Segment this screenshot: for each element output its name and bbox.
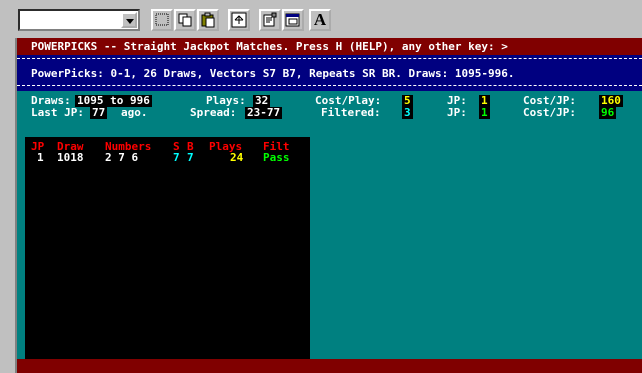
jp-label-2: JP:	[447, 106, 467, 119]
divider	[17, 85, 642, 86]
properties-icon	[263, 12, 277, 27]
paste-button[interactable]	[197, 9, 219, 31]
chevron-down-icon[interactable]	[121, 12, 137, 28]
background-button[interactable]	[282, 9, 304, 31]
title-bar: POWERPICKS -- Straight Jackpot Matches. …	[17, 38, 642, 55]
copy-icon	[178, 13, 192, 27]
fullscreen-icon	[231, 12, 247, 28]
ago-label: ago.	[121, 106, 148, 119]
last-jp-value: 77	[90, 106, 108, 119]
background-icon	[285, 13, 300, 27]
row-jp: 1	[37, 151, 44, 164]
spread-value: 23-77	[245, 106, 283, 119]
results-table[interactable]: JP Draw Numbers S B Plays Filt 1 1018 2 …	[25, 137, 310, 373]
font-icon: A	[313, 10, 327, 29]
filtered-value: 3	[402, 106, 413, 119]
row-numbers: 2 7 6	[105, 151, 139, 164]
last-jp-label: Last JP:	[31, 106, 84, 119]
row-plays: 24	[230, 151, 244, 164]
window-frame	[0, 38, 17, 373]
select-icon	[155, 13, 169, 26]
terminal-window[interactable]: POWERPICKS -- Straight Jackpot Matches. …	[17, 38, 642, 373]
fullscreen-button[interactable]	[228, 9, 250, 31]
paste-icon	[201, 12, 215, 28]
cost-jp-label-2: Cost/JP:	[523, 106, 576, 119]
font-size-value: 7 x 12	[40, 12, 79, 28]
row-filt: Pass	[263, 151, 290, 164]
copy-button[interactable]	[174, 9, 196, 31]
info-bar: PowerPicks: 0-1, 26 Draws, Vectors S7 B7…	[17, 55, 642, 91]
divider	[17, 58, 642, 59]
jp-value-2: 1	[479, 106, 490, 119]
properties-button[interactable]	[259, 9, 281, 31]
row-s: 7	[173, 151, 180, 164]
filtered-label: Filtered:	[321, 106, 381, 119]
header-text: POWERPICKS -- Straight Jackpot Matches. …	[31, 40, 508, 53]
row-b: 7	[187, 151, 194, 164]
cost-jp-value-2: 96	[599, 106, 617, 119]
info-text: PowerPicks: 0-1, 26 Draws, Vectors S7 B7…	[31, 67, 515, 80]
font-size-select[interactable]: 7 x 12	[18, 9, 140, 31]
font-button[interactable]: A	[309, 9, 331, 31]
spread-label: Spread:	[190, 106, 237, 119]
toolbar: 7 x 12 A	[0, 0, 642, 38]
status-bar	[17, 359, 642, 373]
row-draw: 1018	[57, 151, 84, 164]
select-button[interactable]	[151, 9, 173, 31]
